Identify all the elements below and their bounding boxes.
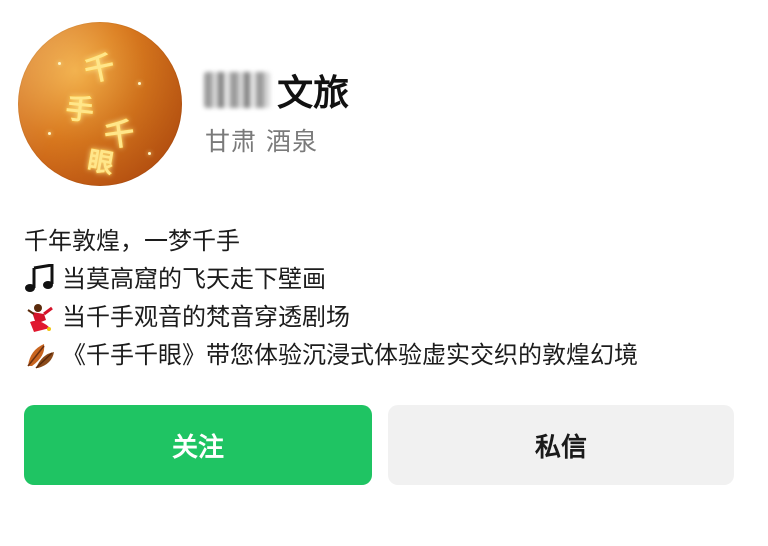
redacted-name-blur <box>204 72 270 108</box>
sparkle <box>58 62 61 65</box>
bio-line-3: 当千手观音的梵音穿透剧场 <box>24 298 744 336</box>
message-button-label: 私信 <box>534 432 587 463</box>
bio-line-4: 《千手千眼》带您体验沉浸式体验虚实交织的敦煌幻境 <box>24 336 744 374</box>
sparkle <box>138 82 141 85</box>
follow-button-label: 关注 <box>171 432 224 463</box>
avatar[interactable]: 千 手 千 眼 <box>18 22 182 186</box>
account-name-suffix: 文旅 <box>277 73 350 114</box>
dancer-icon <box>24 302 58 332</box>
account-name: 文旅 <box>204 64 349 114</box>
bio-text: 《千手千眼》带您体验沉浸式体验虚实交织的敦煌幻境 <box>62 341 638 369</box>
bio-text: 当莫高窟的飞天走下壁画 <box>62 265 326 293</box>
profile-bio: 千年敦煌，一梦千手 当莫高窟的飞天走下壁画 当千手观音的梵音穿透剧场 《千手千眼… <box>24 222 744 374</box>
profile-header: 千 手 千 眼 文旅 甘肃 酒泉 <box>18 22 750 192</box>
bio-line-1: 千年敦煌，一梦千手 <box>24 222 744 260</box>
bio-text: 千年敦煌，一梦千手 <box>24 227 240 255</box>
music-note-icon <box>24 264 58 294</box>
bio-text: 当千手观音的梵音穿透剧场 <box>62 303 350 331</box>
message-button[interactable]: 私信 <box>388 405 734 485</box>
avatar-logo-char: 手 <box>64 91 96 128</box>
autumn-leaf-icon <box>24 340 58 370</box>
account-location: 甘肃 酒泉 <box>205 127 318 156</box>
bio-line-2: 当莫高窟的飞天走下壁画 <box>24 260 744 298</box>
sparkle <box>48 132 51 135</box>
sparkle <box>148 152 151 155</box>
follow-button[interactable]: 关注 <box>24 405 372 485</box>
